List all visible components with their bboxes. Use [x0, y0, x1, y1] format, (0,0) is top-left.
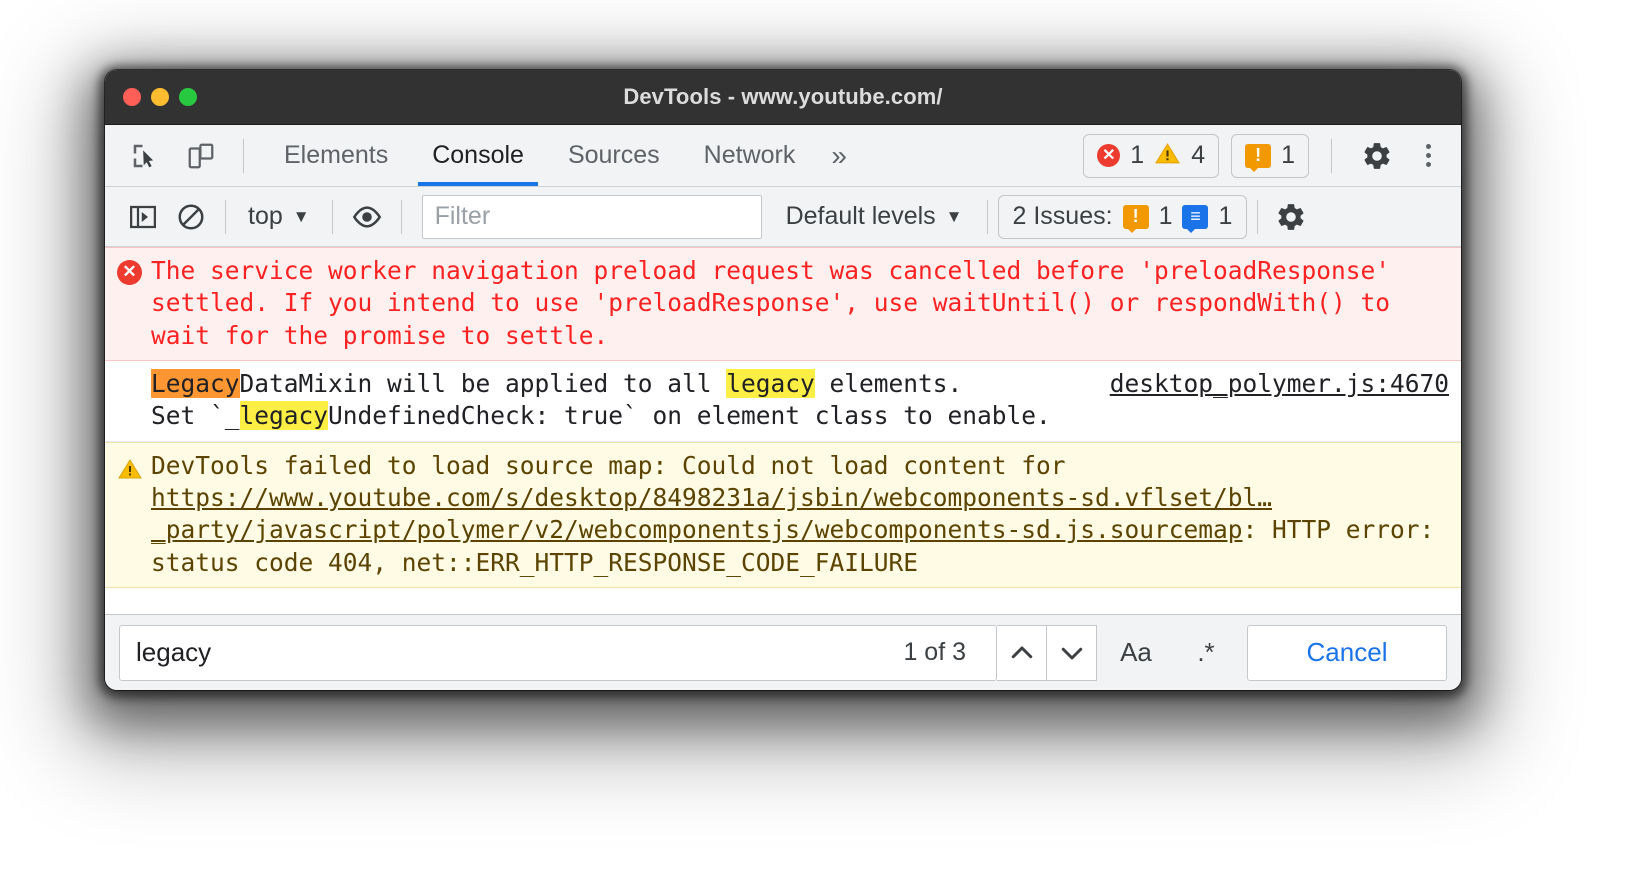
console-divider-4	[986, 199, 988, 234]
chevron-down-icon: ▼	[945, 207, 963, 226]
chevron-down-icon: ▼	[292, 207, 310, 226]
console-sidebar-icon[interactable]	[119, 195, 167, 239]
close-window-button[interactable]	[123, 88, 141, 106]
search-input-value: legacy	[136, 637, 212, 667]
gear-icon[interactable]	[1354, 134, 1400, 178]
console-divider-2	[331, 199, 333, 234]
cancel-button[interactable]: Cancel	[1247, 624, 1447, 681]
log-text-part-4: elements.	[814, 368, 963, 398]
tab-network[interactable]: Network	[682, 125, 818, 186]
error-count: 1	[1130, 141, 1145, 169]
filter-placeholder: Filter	[434, 202, 491, 230]
console-messages: ✕ The service worker navigation preload …	[105, 247, 1461, 614]
issues-orange-count: 1	[1158, 202, 1173, 230]
log-line2-pre: Set `_	[151, 401, 240, 431]
issue-count: 1	[1281, 141, 1295, 169]
live-expression-icon[interactable]	[343, 195, 391, 239]
issue-bubble-icon: !	[1245, 143, 1272, 172]
console-toolbar: top ▼ Filter Default levels ▼ 2 Issues:	[105, 187, 1461, 247]
filter-input[interactable]: Filter	[421, 194, 762, 239]
issues-label: 2 Issues:	[1012, 202, 1113, 230]
log-line2-post: UndefinedCheck: true` on element class t…	[328, 401, 1051, 431]
search-match-count: 1 of 3	[903, 638, 966, 666]
console-message-error[interactable]: ✕ The service worker navigation preload …	[105, 247, 1461, 361]
devtools-tab-bar: Elements Console Sources Network » ✕ 1 4…	[105, 125, 1461, 187]
warning-triangle-icon	[117, 450, 151, 489]
log-message-body: LegacyDataMixin will be applied to all l…	[151, 368, 1449, 433]
gear-icon[interactable]	[1268, 195, 1314, 239]
device-toolbar-icon[interactable]	[177, 134, 225, 178]
tab-sources[interactable]: Sources	[546, 125, 682, 186]
chevron-double-right-icon[interactable]: »	[817, 125, 861, 186]
window-controls	[105, 88, 197, 106]
error-circle-icon: ✕	[1097, 144, 1121, 167]
maximize-window-button[interactable]	[179, 88, 197, 106]
warning-count: 4	[1191, 141, 1206, 169]
console-divider-1	[225, 199, 226, 234]
error-circle-icon: ✕	[117, 255, 151, 285]
console-search-bar: legacy 1 of 3 Aa .* Cancel	[105, 614, 1461, 690]
log-first-row: LegacyDataMixin will be applied to all l…	[151, 368, 1449, 400]
console-divider-3	[400, 199, 402, 234]
search-next-button[interactable]	[1047, 624, 1097, 681]
kebab-menu-icon[interactable]	[1412, 144, 1445, 167]
console-divider-5	[1257, 199, 1259, 234]
console-message-log[interactable]: LegacyDataMixin will be applied to all l…	[105, 360, 1461, 442]
toolbar-divider	[243, 138, 244, 173]
match-case-button[interactable]: Aa	[1105, 625, 1167, 681]
info-bubble-icon: ≡	[1182, 204, 1209, 233]
search-match: legacy	[239, 401, 329, 431]
source-link[interactable]: desktop_polymer.js:4670	[1110, 368, 1449, 400]
warning-message-text: DevTools failed to load source map: Coul…	[151, 450, 1449, 579]
tab-bar-status: ✕ 1 4 ! 1	[1083, 125, 1461, 186]
inspect-cursor-icon[interactable]	[121, 134, 169, 178]
minimize-window-button[interactable]	[151, 88, 169, 106]
log-levels-label: Default levels	[785, 202, 936, 230]
tab-elements[interactable]: Elements	[262, 125, 410, 186]
error-warning-badge[interactable]: ✕ 1 4	[1083, 133, 1220, 178]
log-text: LegacyDataMixin will be applied to all l…	[151, 368, 1088, 400]
devtools-window: DevTools - www.youtube.com/ Elements Con…	[105, 70, 1461, 690]
screen: DevTools - www.youtube.com/ Elements Con…	[0, 0, 1650, 878]
log-second-row: Set `_legacyUndefinedCheck: true` on ele…	[151, 400, 1449, 432]
log-indent	[117, 368, 151, 373]
status-divider	[1331, 138, 1332, 173]
issues-badge[interactable]: ! 1	[1231, 133, 1309, 178]
warning-prefix: DevTools failed to load source map: Coul…	[151, 450, 1066, 480]
panel-tabs: Elements Console Sources Network »	[262, 125, 861, 186]
tab-bar-icons	[105, 125, 254, 186]
issues-blue-count: 1	[1218, 202, 1233, 230]
issue-bubble-icon: !	[1122, 204, 1149, 233]
console-message-warning[interactable]: DevTools failed to load source map: Coul…	[105, 441, 1461, 588]
search-input[interactable]: legacy 1 of 3	[119, 624, 997, 681]
execution-context-label: top	[248, 202, 283, 230]
window-title: DevTools - www.youtube.com/	[623, 84, 943, 109]
regex-button[interactable]: .*	[1175, 625, 1237, 681]
log-text-part-2: DataMixin will be applied to all	[239, 368, 727, 398]
tab-console[interactable]: Console	[410, 125, 546, 186]
clear-console-icon[interactable]	[167, 195, 215, 239]
search-prev-button[interactable]	[997, 624, 1047, 681]
log-levels-selector[interactable]: Default levels ▼	[772, 202, 977, 231]
search-match: legacy	[726, 368, 815, 398]
warning-triangle-icon	[1154, 141, 1181, 171]
execution-context-selector[interactable]: top ▼	[236, 202, 322, 231]
issues-bar[interactable]: 2 Issues: ! 1 ≡ 1	[997, 194, 1248, 239]
search-match-active: Legacy	[151, 368, 240, 398]
sourcemap-url-link[interactable]: https://www.youtube.com/s/desktop/849823…	[151, 483, 1272, 544]
title-bar: DevTools - www.youtube.com/	[105, 70, 1461, 125]
error-message-text: The service worker navigation preload re…	[151, 256, 1391, 350]
